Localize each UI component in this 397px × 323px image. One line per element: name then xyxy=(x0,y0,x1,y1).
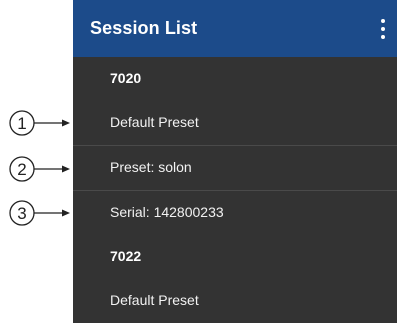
session-id: 7020 xyxy=(110,70,142,86)
session-header[interactable]: 7020 xyxy=(73,57,397,101)
app-bar: Session List xyxy=(73,0,397,57)
arrow-right-icon xyxy=(62,165,70,173)
callout-number: 1 xyxy=(17,114,26,133)
arrow-right-icon xyxy=(62,119,70,127)
callout-3: 3 xyxy=(9,200,70,226)
screenshot-canvas: 1 2 3 Session List 7020 Default Preset P… xyxy=(0,0,397,323)
list-item-label: Serial: 142800233 xyxy=(110,204,224,220)
callout-2: 2 xyxy=(9,156,70,182)
callout-number: 2 xyxy=(17,160,26,179)
list-item-label: Preset: solon xyxy=(110,159,192,175)
list-item-preset[interactable]: Preset: solon xyxy=(73,146,397,190)
list-item-serial[interactable]: Serial: 142800233 xyxy=(73,191,397,235)
list-item-label: Default Preset xyxy=(110,292,199,308)
list-item-default-preset[interactable]: Default Preset xyxy=(73,279,397,323)
arrow-right-icon xyxy=(62,209,70,217)
phone-screen: Session List 7020 Default Preset Preset:… xyxy=(73,0,397,323)
list-item-label: Default Preset xyxy=(110,114,199,130)
callout-number: 3 xyxy=(17,204,26,223)
callout-1: 1 xyxy=(9,110,70,136)
session-id: 7022 xyxy=(110,248,142,264)
more-vert-icon[interactable] xyxy=(379,19,387,39)
page-title: Session List xyxy=(90,18,198,38)
list-item-default-preset[interactable]: Default Preset xyxy=(73,101,397,145)
session-header[interactable]: 7022 xyxy=(73,235,397,279)
